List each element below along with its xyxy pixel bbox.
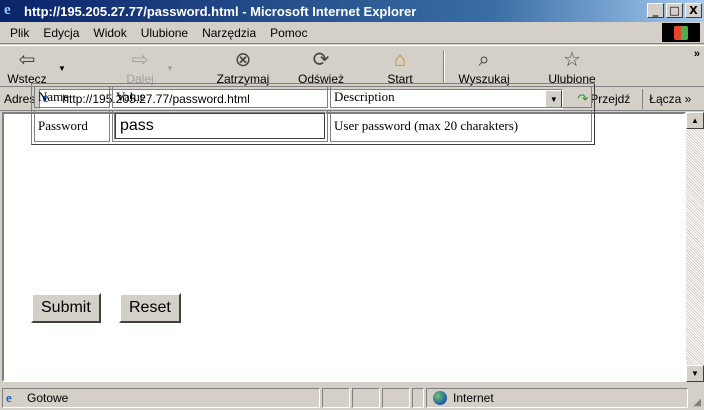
toolbar-more-chevron[interactable]: »: [694, 48, 700, 60]
back-button[interactable]: ⇦ Wstecz: [4, 48, 50, 86]
table-header-row: Name Value Description: [34, 86, 592, 108]
globe-icon: [433, 391, 447, 405]
go-label: Przejdź: [590, 92, 631, 106]
window-controls: _ □ X: [647, 3, 702, 18]
table-row: Password pass User password (max 20 char…: [34, 110, 592, 142]
header-name: Name: [34, 86, 110, 108]
status-panel: [412, 388, 424, 408]
status-panel: [352, 388, 380, 408]
home-icon: ⌂: [393, 49, 407, 71]
favorites-icon: ☆: [563, 49, 581, 71]
menu-file[interactable]: Plik: [10, 26, 29, 40]
back-dropdown-icon[interactable]: ▼: [58, 64, 66, 73]
header-description: Description: [330, 86, 592, 108]
submit-button[interactable]: Submit: [31, 293, 101, 323]
minimize-button[interactable]: _: [647, 3, 664, 18]
status-text: Gotowe: [27, 391, 69, 405]
search-icon: ⌕: [478, 49, 490, 71]
password-form-table: Name Value Description Password pass Use…: [31, 83, 595, 145]
scroll-up-icon[interactable]: ▲: [686, 112, 704, 129]
favorites-button[interactable]: ☆ Ulubione: [544, 48, 600, 86]
menu-bar: Plik Edycja Widok Ulubione Narzędzia Pom…: [0, 22, 704, 44]
reset-button[interactable]: Reset: [119, 293, 181, 323]
page-content: [2, 112, 686, 382]
links-button[interactable]: Łącza »: [642, 89, 691, 109]
password-input[interactable]: pass: [114, 112, 326, 140]
menu-edit[interactable]: Edycja: [43, 26, 79, 40]
stop-icon: ⊗: [234, 49, 252, 71]
password-name-cell: Password: [34, 110, 110, 142]
ie-icon: e: [4, 2, 11, 18]
zone-text: Internet: [453, 391, 494, 405]
stop-button[interactable]: ⊗ Zatrzymaj: [212, 48, 274, 86]
resize-grip-icon[interactable]: ◢: [693, 397, 701, 408]
status-bar: e Gotowe Internet ◢: [0, 384, 704, 410]
back-arrow-icon: ⇦: [18, 49, 36, 71]
forward-dropdown-icon[interactable]: ▼: [166, 64, 174, 73]
search-button[interactable]: ⌕ Wyszukaj: [452, 48, 516, 86]
scroll-down-icon[interactable]: ▼: [686, 365, 704, 382]
menu-tools[interactable]: Narzędzia: [202, 26, 256, 40]
title-bar: e http://195.205.27.77/password.html - M…: [0, 0, 704, 22]
status-panel: [322, 388, 350, 408]
menu-view[interactable]: Widok: [93, 26, 126, 40]
password-value-cell: pass: [112, 110, 328, 142]
home-button[interactable]: ⌂ Start: [382, 48, 418, 86]
zone-panel: Internet: [426, 388, 688, 408]
window-title: http://195.205.27.77/password.html - Mic…: [24, 3, 417, 19]
status-text-panel: e Gotowe: [2, 388, 320, 408]
toolbar-separator: [443, 51, 445, 83]
header-value: Value: [112, 86, 328, 108]
refresh-icon: ⟳: [312, 49, 330, 71]
status-panel: [382, 388, 410, 408]
toolbar: ⇦ Wstecz ▼ ⇨ Dalej ▼ ⊗ Zatrzymaj ⟳ Odświ…: [0, 45, 704, 87]
forward-button[interactable]: ⇨ Dalej: [120, 48, 160, 86]
forward-arrow-icon: ⇨: [131, 49, 149, 71]
vertical-scrollbar[interactable]: ▲ ▼: [686, 112, 704, 382]
close-button[interactable]: X: [685, 3, 702, 18]
windows-logo-icon: [662, 23, 700, 42]
maximize-button[interactable]: □: [666, 3, 683, 18]
refresh-button[interactable]: ⟳ Odśwież: [293, 48, 349, 86]
status-page-icon: e: [6, 390, 12, 405]
menu-favorites[interactable]: Ulubione: [141, 26, 188, 40]
password-description-cell: User password (max 20 charakters): [330, 110, 592, 142]
menu-help[interactable]: Pomoc: [270, 26, 307, 40]
